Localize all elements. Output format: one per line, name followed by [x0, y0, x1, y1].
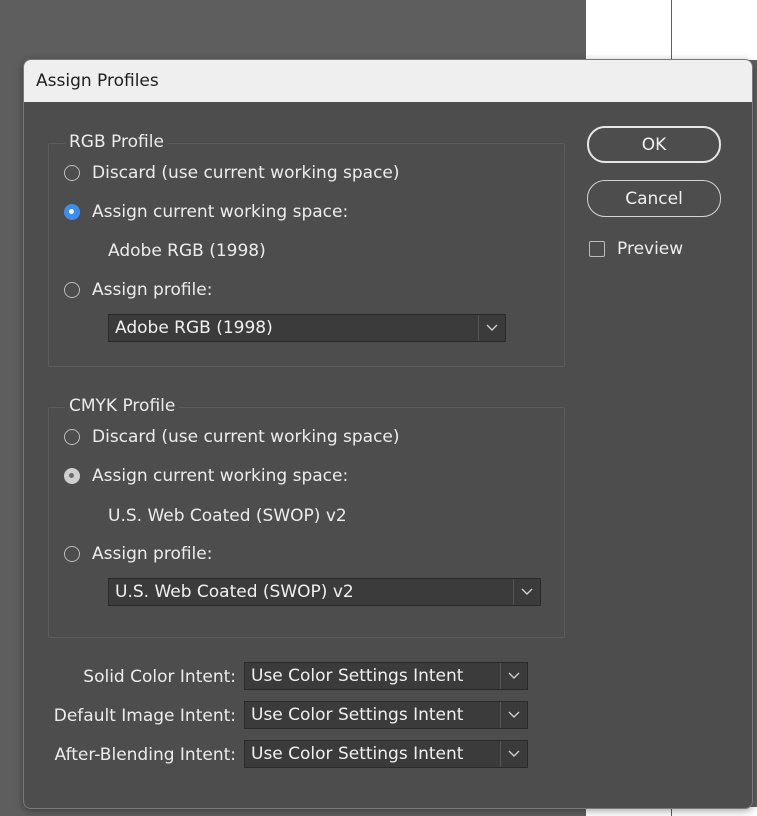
default-image-intent-select[interactable]: Use Color Settings Intent: [244, 701, 528, 729]
checkbox-icon[interactable]: [589, 241, 605, 257]
radio-icon[interactable]: [64, 165, 80, 181]
radio-icon[interactable]: [64, 282, 80, 298]
after-blending-intent-label: After-Blending Intent:: [54, 745, 236, 765]
chevron-down-icon[interactable]: [478, 315, 505, 341]
preview-checkbox[interactable]: Preview: [589, 239, 683, 259]
rgb-assign-current-radio[interactable]: Assign current working space:: [64, 202, 348, 222]
default-image-intent-label: Default Image Intent:: [53, 706, 236, 726]
cmyk-discard-radio[interactable]: Discard (use current working space): [64, 427, 400, 447]
cmyk-profile-select-value: U.S. Web Coated (SWOP) v2: [115, 582, 354, 602]
chevron-down-icon[interactable]: [500, 741, 527, 767]
rgb-current-space: Adobe RGB (1998): [108, 241, 266, 261]
rgb-discard-label: Discard (use current working space): [92, 163, 400, 183]
cmyk-assign-current-label: Assign current working space:: [92, 466, 349, 486]
assign-profiles-dialog: Assign Profiles RGB Profile Discard (use…: [23, 59, 753, 809]
cmyk-profile-legend: CMYK Profile: [65, 396, 180, 416]
radio-icon[interactable]: [64, 429, 80, 445]
rgb-profile-legend: RGB Profile: [65, 132, 168, 152]
cancel-button[interactable]: Cancel: [587, 180, 721, 217]
cmyk-profile-select[interactable]: U.S. Web Coated (SWOP) v2: [108, 578, 541, 606]
document-guide-line: [671, 0, 672, 60]
cmyk-assign-current-radio[interactable]: Assign current working space:: [64, 466, 348, 486]
cmyk-assign-profile-label: Assign profile:: [92, 544, 213, 564]
after-blending-intent-select[interactable]: Use Color Settings Intent: [244, 740, 528, 768]
chevron-down-icon[interactable]: [500, 663, 527, 689]
solid-color-intent-select[interactable]: Use Color Settings Intent: [244, 662, 528, 690]
cmyk-current-space: U.S. Web Coated (SWOP) v2: [108, 506, 347, 526]
after-blending-intent-value: Use Color Settings Intent: [251, 744, 464, 764]
radio-selected-icon[interactable]: [64, 204, 80, 220]
preview-label: Preview: [617, 239, 684, 259]
ok-button[interactable]: OK: [587, 126, 721, 163]
cmyk-assign-profile-radio[interactable]: Assign profile:: [64, 544, 212, 564]
radio-selected-icon[interactable]: [64, 468, 80, 484]
solid-color-intent-label: Solid Color Intent:: [83, 667, 236, 687]
cmyk-discard-label: Discard (use current working space): [92, 427, 400, 447]
rgb-assign-current-label: Assign current working space:: [92, 202, 349, 222]
default-image-intent-value: Use Color Settings Intent: [251, 705, 464, 725]
rgb-discard-radio[interactable]: Discard (use current working space): [64, 163, 400, 183]
chevron-down-icon[interactable]: [500, 702, 527, 728]
solid-color-intent-value: Use Color Settings Intent: [251, 666, 464, 686]
radio-icon[interactable]: [64, 546, 80, 562]
rgb-profile-select[interactable]: Adobe RGB (1998): [108, 314, 506, 342]
dialog-title[interactable]: Assign Profiles: [24, 60, 752, 102]
rgb-assign-profile-radio[interactable]: Assign profile:: [64, 280, 212, 300]
rgb-profile-select-value: Adobe RGB (1998): [115, 318, 273, 338]
rgb-assign-profile-label: Assign profile:: [92, 280, 213, 300]
chevron-down-icon[interactable]: [513, 579, 540, 605]
